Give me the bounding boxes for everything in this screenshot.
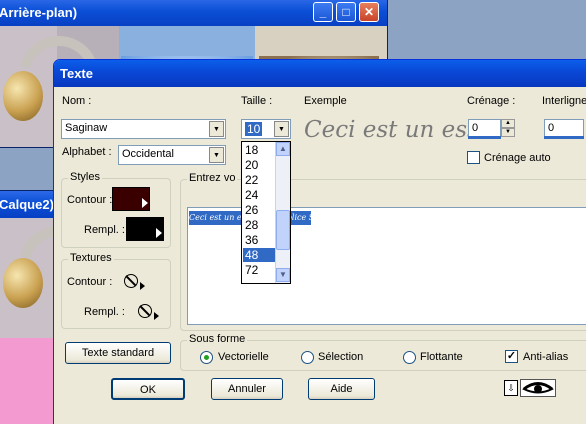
font-name-value: Saginaw bbox=[65, 122, 108, 134]
text-dialog: Texte Nom : Saginaw ▼ Alphabet : Occiden… bbox=[53, 59, 586, 424]
kerning-label: Crénage : bbox=[467, 95, 516, 107]
floating-label: Flottante bbox=[420, 351, 463, 363]
sample-preview: Ceci est un essa bbox=[304, 117, 493, 143]
ornament-image bbox=[3, 258, 43, 308]
fill-label: Rempl. : bbox=[84, 224, 125, 236]
font-name-label: Nom : bbox=[62, 95, 92, 107]
font-name-combo[interactable]: Saginaw ▼ bbox=[61, 119, 226, 139]
size-option[interactable]: 24 bbox=[243, 188, 276, 202]
size-value[interactable]: 10 bbox=[245, 122, 263, 136]
chevron-down-icon[interactable]: ▼ bbox=[209, 147, 224, 163]
no-texture-icon[interactable] bbox=[138, 304, 152, 318]
form-group-title: Sous forme bbox=[187, 333, 248, 345]
size-dropdown-list[interactable]: 18 20 22 24 26 28 36 48 72 ▲ ▼ bbox=[241, 141, 291, 284]
help-button[interactable]: Aide bbox=[308, 378, 375, 400]
arrow-right-icon[interactable] bbox=[140, 282, 145, 290]
scroll-down-icon[interactable]: ▼ bbox=[276, 268, 290, 282]
scrollbar[interactable]: ▲ ▼ bbox=[275, 142, 290, 283]
chevron-down-icon[interactable]: ▼ bbox=[209, 121, 224, 137]
size-option[interactable]: 18 bbox=[243, 143, 276, 157]
no-texture-icon[interactable] bbox=[124, 274, 138, 288]
arrow-right-icon[interactable] bbox=[154, 312, 159, 320]
pink-canvas-area bbox=[0, 338, 60, 424]
maximize-button[interactable]: □ bbox=[336, 2, 356, 22]
fill-color-swatch[interactable] bbox=[126, 217, 164, 241]
vector-label: Vectorielle bbox=[218, 351, 269, 363]
leading-label: Interligne bbox=[542, 95, 586, 107]
kerning-slider-track bbox=[468, 136, 501, 139]
selection-label: Sélection bbox=[318, 351, 364, 363]
leading-value: 0 bbox=[548, 122, 555, 134]
scroll-up-icon[interactable]: ▲ bbox=[276, 142, 290, 156]
texture-contour-label: Contour : bbox=[67, 276, 113, 288]
floating-radio[interactable] bbox=[403, 351, 416, 364]
cancel-button[interactable]: Annuler bbox=[211, 378, 283, 400]
texture-fill-label: Rempl. : bbox=[84, 306, 125, 318]
minimize-button[interactable]: _ bbox=[313, 2, 333, 22]
size-option-selected[interactable]: 48 bbox=[243, 248, 276, 262]
ok-button[interactable]: OK bbox=[111, 378, 185, 400]
dialog-titlebar[interactable]: Texte bbox=[54, 60, 586, 87]
size-combo[interactable]: 10 ▼ bbox=[241, 119, 291, 139]
antialias-label: Anti-alias bbox=[523, 351, 569, 363]
textures-group-title: Textures bbox=[68, 252, 114, 264]
vector-radio[interactable] bbox=[200, 351, 213, 364]
bg-window-title: Calque2) bbox=[0, 197, 54, 212]
arrow-down-icon[interactable]: ⇩ bbox=[504, 380, 518, 396]
down-arrow-icon[interactable]: ▼ bbox=[501, 128, 515, 137]
text-entry-group-title: Entrez vo bbox=[187, 172, 238, 184]
eye-icon[interactable] bbox=[520, 379, 556, 397]
kerning-value: 0 bbox=[472, 122, 479, 134]
bg-window-title: Arrière-plan) bbox=[0, 5, 78, 20]
antialias-checkbox[interactable]: ✓ bbox=[505, 350, 518, 363]
size-option[interactable]: 26 bbox=[243, 203, 276, 217]
selection-radio[interactable] bbox=[301, 351, 314, 364]
scroll-thumb[interactable] bbox=[276, 210, 290, 250]
size-option[interactable]: 36 bbox=[243, 233, 276, 247]
size-option[interactable]: 22 bbox=[243, 173, 276, 187]
auto-kerning-checkbox[interactable] bbox=[467, 151, 480, 164]
dialog-title: Texte bbox=[60, 66, 93, 81]
styles-group-title: Styles bbox=[68, 171, 102, 183]
contour-label: Contour : bbox=[67, 194, 113, 206]
alphabet-value: Occidental bbox=[122, 148, 174, 160]
chevron-down-icon[interactable]: ▼ bbox=[274, 121, 289, 137]
auto-kerning-label: Crénage auto bbox=[484, 152, 551, 164]
kerning-spinner[interactable]: ▲ ▼ bbox=[501, 119, 515, 139]
up-arrow-icon[interactable]: ▲ bbox=[501, 119, 515, 128]
contour-color-swatch[interactable] bbox=[112, 187, 150, 211]
size-option[interactable]: 28 bbox=[243, 218, 276, 232]
size-option[interactable]: 20 bbox=[243, 158, 276, 172]
leading-slider-track bbox=[544, 136, 584, 139]
close-button[interactable]: ✕ bbox=[359, 2, 379, 22]
size-label: Taille : bbox=[241, 95, 273, 107]
size-option[interactable]: 72 bbox=[243, 263, 276, 277]
standard-text-button[interactable]: Texte standard bbox=[65, 342, 171, 364]
sample-label: Exemple bbox=[304, 95, 347, 107]
alphabet-label: Alphabet : bbox=[62, 146, 112, 158]
alphabet-combo[interactable]: Occidental ▼ bbox=[118, 145, 226, 165]
